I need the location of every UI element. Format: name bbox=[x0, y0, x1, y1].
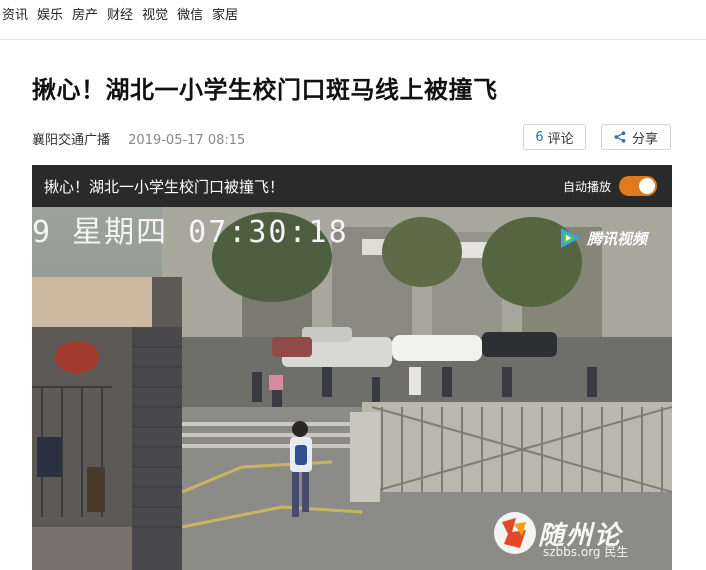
video-title: 揪心！湖北一小学生校门口被撞飞！ bbox=[44, 177, 285, 196]
share-icon bbox=[614, 131, 626, 143]
site-watermark: 随州论 szbbs.org 民生 bbox=[492, 510, 628, 559]
comment-label: 评论 bbox=[547, 131, 574, 147]
szbbs-logo-icon bbox=[494, 512, 536, 554]
autoplay-control[interactable]: 自动播放 bbox=[563, 176, 657, 196]
tencent-video-icon bbox=[561, 228, 580, 248]
nav-item-finance[interactable]: 财经 bbox=[107, 7, 133, 25]
autoplay-label: 自动播放 bbox=[562, 179, 611, 194]
autoplay-toggle[interactable] bbox=[619, 176, 657, 196]
comment-button[interactable]: 6 评论 bbox=[523, 124, 586, 150]
nav-item-news[interactable]: 资讯 bbox=[2, 7, 28, 25]
share-button[interactable]: 分享 bbox=[601, 124, 671, 150]
nav-item-home[interactable]: 家居 bbox=[212, 7, 238, 25]
article-date: 2019-05-17 08:15 bbox=[128, 133, 246, 148]
nav-item-visual[interactable]: 视觉 bbox=[142, 7, 168, 25]
share-label: 分享 bbox=[631, 131, 658, 147]
article-meta: 襄阳交通广播 2019-05-17 08:15 bbox=[32, 129, 245, 148]
article-title: 揪心！湖北一小学生校门口斑马线上被撞飞 bbox=[32, 76, 498, 104]
video-player[interactable]: 揪心！湖北一小学生校门口被撞飞！ 自动播放 9 星期四 07:30:18 腾讯视… bbox=[32, 165, 672, 570]
tencent-video-logo: 腾讯视频 bbox=[557, 225, 647, 251]
nav-item-real-estate[interactable]: 房产 bbox=[72, 7, 98, 25]
article-source[interactable]: 襄阳交通广播 bbox=[32, 133, 110, 148]
comment-count: 6 bbox=[535, 129, 544, 145]
toggle-knob bbox=[639, 178, 655, 194]
tencent-video-text: 腾讯视频 bbox=[587, 229, 648, 248]
video-header: 揪心！湖北一小学生校门口被撞飞！ 自动播放 bbox=[32, 165, 672, 207]
top-nav: 资讯 娱乐 房产 财经 视觉 微信 家居 bbox=[0, 0, 706, 40]
camera-timestamp: 9 星期四 07:30:18 bbox=[32, 215, 349, 250]
nav-item-wechat[interactable]: 微信 bbox=[177, 7, 203, 25]
watermark-url: szbbs.org 民生 bbox=[543, 545, 629, 559]
nav-item-entertainment[interactable]: 娱乐 bbox=[37, 7, 63, 25]
